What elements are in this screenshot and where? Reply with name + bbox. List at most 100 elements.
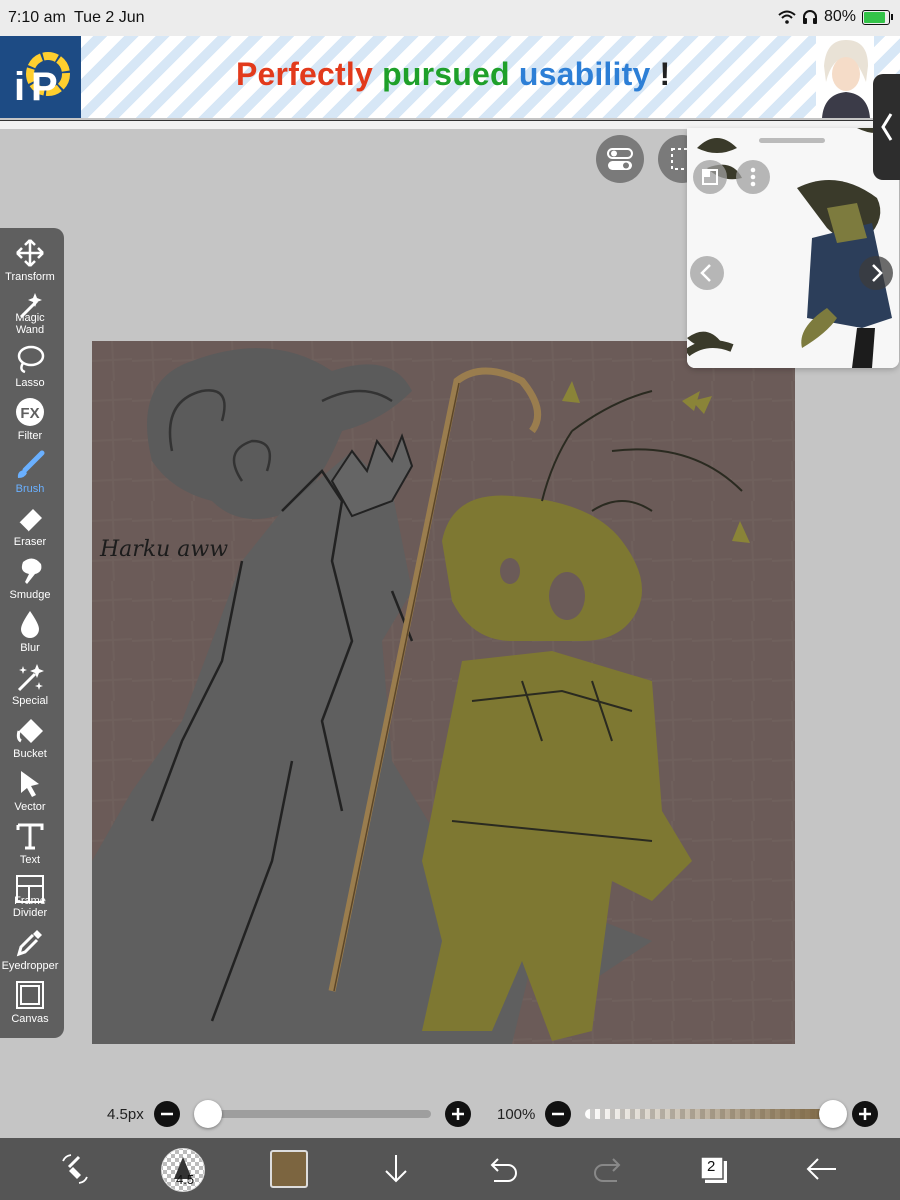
banner-exclamation: !	[659, 56, 671, 92]
canvas-icon	[16, 981, 44, 1009]
tool-label: Text	[19, 854, 41, 866]
status-bar: 7:10 am Tue 2 Jun 80%	[0, 0, 900, 36]
tool-special[interactable]: Special	[0, 656, 60, 709]
tool-vector[interactable]: Vector	[0, 762, 60, 815]
brush-selector-button[interactable]: 4.5	[161, 1148, 205, 1192]
tool-label: Vector	[14, 801, 46, 813]
bottom-toolbar: 4.5 2	[0, 1138, 900, 1200]
redo-button[interactable]	[589, 1149, 629, 1189]
undo-button[interactable]	[482, 1149, 522, 1189]
special-icon	[17, 664, 44, 692]
promo-banner[interactable]: i P Perfectly pursued usability !	[0, 36, 900, 118]
brush-size-decrease-button[interactable]	[154, 1101, 180, 1127]
side-panel-handle[interactable]	[873, 74, 900, 180]
opacity-decrease-button[interactable]	[545, 1101, 571, 1127]
tool-magic-wand[interactable]: Magic Wand	[0, 285, 60, 338]
quick-settings-button[interactable]	[596, 135, 644, 183]
chevron-left-icon	[881, 113, 893, 141]
opacity-value: 100%	[497, 1106, 536, 1123]
brush-sliders: 4.5px 100%	[0, 1096, 900, 1132]
swap-brush-eraser-button[interactable]	[55, 1149, 95, 1189]
tool-label: Filter	[17, 430, 43, 442]
tool-label: Transform	[5, 271, 55, 283]
toggle-icon	[607, 148, 633, 170]
more-vertical-icon	[750, 167, 756, 187]
tool-smudge[interactable]: Smudge	[0, 550, 60, 603]
reference-window-mode-button[interactable]	[693, 160, 727, 194]
lasso-icon	[17, 345, 45, 374]
color-swatch-button[interactable]	[270, 1150, 308, 1188]
plus-icon	[859, 1108, 871, 1120]
brush-size-slider[interactable]	[196, 1110, 431, 1118]
tool-label: Special	[11, 695, 49, 707]
drawing-canvas[interactable]: Harku aww	[92, 341, 795, 1044]
svg-text:P: P	[31, 65, 58, 109]
reference-window[interactable]	[687, 128, 899, 368]
tool-filter[interactable]: FX Filter	[0, 391, 60, 444]
brush-size-badge: 4.5	[176, 1172, 195, 1187]
minus-icon	[552, 1112, 564, 1116]
tool-label: Eraser	[13, 536, 47, 548]
reference-next-button[interactable]	[859, 256, 893, 290]
banner-word-2: pursued	[382, 56, 510, 92]
tool-label: Magic Wand	[15, 312, 45, 336]
tool-frame-divider[interactable]: Frame Divider	[0, 868, 60, 921]
chevron-left-icon	[700, 264, 711, 282]
transform-icon	[16, 239, 44, 267]
tool-label: Bucket	[13, 748, 47, 760]
status-time: 7:10 am	[8, 9, 66, 26]
reference-drag-handle[interactable]	[759, 138, 825, 143]
battery-percent: 80%	[823, 8, 856, 25]
tool-eyedropper[interactable]: Eyedropper	[0, 921, 60, 974]
tool-brush[interactable]: Brush	[0, 444, 60, 497]
artist-signature: Harku aww	[100, 537, 229, 562]
eraser-icon	[18, 509, 42, 533]
reference-more-button[interactable]	[736, 160, 770, 194]
blur-icon	[21, 611, 39, 638]
brush-eraser-swap-icon	[62, 1154, 88, 1184]
tool-blur[interactable]: Blur	[0, 603, 60, 656]
status-indicators: 80%	[778, 8, 893, 26]
banner-character-image	[816, 36, 874, 118]
bucket-icon	[16, 719, 43, 743]
svg-text:i: i	[14, 65, 25, 109]
brush-size-slider-knob[interactable]	[194, 1100, 222, 1128]
tool-transform[interactable]: Transform	[0, 232, 60, 285]
chevron-right-icon	[872, 264, 883, 282]
reference-prev-button[interactable]	[690, 256, 724, 290]
brush-size-increase-button[interactable]	[445, 1101, 471, 1127]
tool-label: Brush	[15, 483, 45, 495]
minus-icon	[161, 1112, 173, 1116]
banner-word-3: usability	[518, 56, 651, 92]
redo-icon	[594, 1158, 621, 1182]
headphones-icon	[802, 10, 817, 24]
tool-canvas[interactable]: Canvas	[0, 974, 60, 1027]
arrow-down-icon	[385, 1155, 407, 1183]
layers-button[interactable]: 2	[695, 1149, 735, 1189]
tool-palette: Transform Magic Wand Lasso FX Filter Bru…	[0, 228, 64, 1038]
tool-eraser[interactable]: Eraser	[0, 497, 60, 550]
banner-headline: Perfectly pursued usability !	[236, 56, 670, 93]
opacity-slider[interactable]	[585, 1109, 835, 1119]
download-button[interactable]	[376, 1149, 416, 1189]
window-mode-icon	[702, 169, 718, 185]
filter-icon: FX	[16, 398, 44, 426]
opacity-slider-knob[interactable]	[819, 1100, 847, 1128]
plus-icon	[452, 1108, 464, 1120]
tool-label: Canvas	[11, 1013, 49, 1025]
opacity-increase-button[interactable]	[852, 1101, 878, 1127]
tool-bucket[interactable]: Bucket	[0, 709, 60, 762]
arrow-left-icon	[806, 1158, 836, 1180]
banner-word-1: Perfectly	[236, 56, 373, 92]
tool-label: Frame Divider	[12, 895, 48, 919]
tool-label: Lasso	[15, 377, 45, 389]
brush-size-value: 4.5px	[107, 1106, 144, 1123]
artwork-sketch	[92, 341, 795, 1044]
tool-lasso[interactable]: Lasso	[0, 338, 60, 391]
wifi-icon	[778, 10, 796, 24]
back-button[interactable]	[802, 1149, 842, 1189]
text-icon	[16, 823, 44, 850]
tool-text[interactable]: Text	[0, 815, 60, 868]
tool-label: Eyedropper	[1, 960, 59, 972]
battery-icon	[862, 9, 893, 25]
